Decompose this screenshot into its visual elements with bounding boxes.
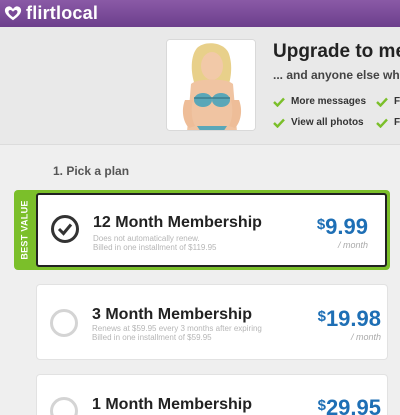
best-value-badge: BEST VALUE xyxy=(20,200,30,260)
price-period: / month xyxy=(350,332,381,342)
plan-radio[interactable] xyxy=(50,309,78,337)
top-bar: flirtlocal xyxy=(0,0,400,27)
heart-logo-icon xyxy=(4,5,22,20)
check-icon xyxy=(376,97,388,107)
plan-option-3-month[interactable]: 3 Month Membership Renews at $59.95 ever… xyxy=(36,284,388,360)
price-amount: 9.99 xyxy=(325,214,368,239)
upgrade-title: Upgrade to me xyxy=(273,41,400,62)
benefit-label: View all photos xyxy=(291,117,364,128)
price-amount: 29.95 xyxy=(325,395,381,415)
plan-option-12-month[interactable]: BEST VALUE 12 Month Membership Does not … xyxy=(14,190,390,270)
upgrade-subtitle: ... and anyone else wh xyxy=(273,68,400,82)
plan-radio-selected[interactable] xyxy=(51,215,79,243)
price-period: / month xyxy=(337,240,368,250)
plan-note: Billed in one installment of $119.95 xyxy=(93,243,217,252)
benefit-view-photos: View all photos xyxy=(273,117,364,128)
plan-name: 3 Month Membership xyxy=(92,306,253,323)
step-label: 1. Pick a plan xyxy=(53,164,130,178)
price-currency: $ xyxy=(317,308,326,325)
plan-name: 12 Month Membership xyxy=(93,214,262,231)
check-icon xyxy=(273,97,285,107)
plan-price: $29.95 xyxy=(318,395,381,415)
plan-option-1-month[interactable]: 1 Month Membership $29.95 xyxy=(36,374,388,415)
benefit-truncated: F xyxy=(376,117,400,128)
benefit-truncated: F xyxy=(376,96,400,107)
price-amount: 19.98 xyxy=(325,306,381,331)
check-icon xyxy=(376,118,388,128)
plan-radio[interactable] xyxy=(50,397,78,415)
plan-price: $9.99 xyxy=(317,214,368,240)
benefit-label: F xyxy=(394,117,400,128)
benefit-more-messages: More messages xyxy=(273,96,366,107)
plan-name: 1 Month Membership xyxy=(92,396,253,413)
brand-logo[interactable]: flirtlocal xyxy=(4,3,98,24)
price-currency: $ xyxy=(317,397,326,414)
plan-note: Billed in one installment of $59.95 xyxy=(92,333,212,342)
profile-photo-image xyxy=(167,40,255,130)
check-icon xyxy=(273,118,285,128)
brand-name: flirtlocal xyxy=(26,3,99,23)
checkmark-icon xyxy=(57,223,73,236)
plan-price: $19.98 xyxy=(318,306,381,332)
price-currency: $ xyxy=(316,216,326,233)
profile-photo xyxy=(166,39,256,131)
benefit-label: More messages xyxy=(291,96,367,107)
benefit-label: F xyxy=(394,96,400,107)
